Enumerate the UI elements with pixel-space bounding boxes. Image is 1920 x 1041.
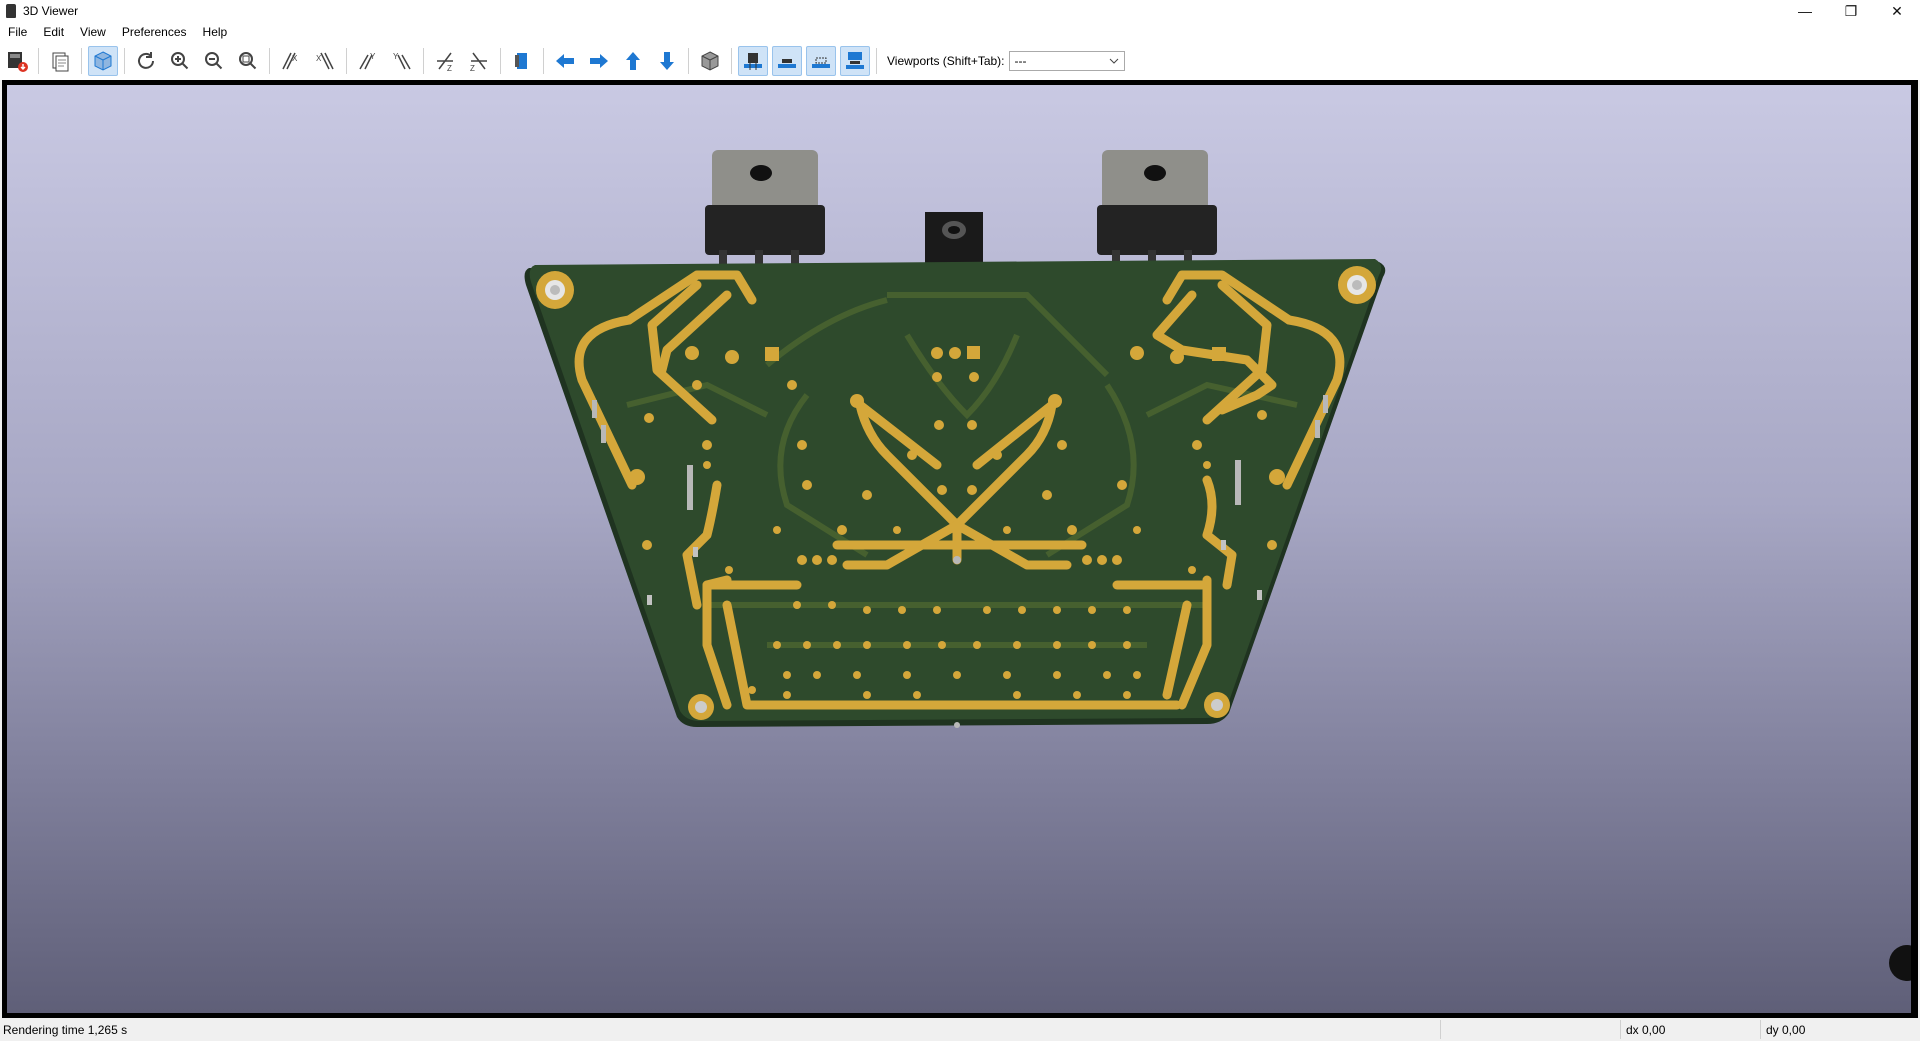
- rotate-z-ccw-button[interactable]: Z: [464, 46, 494, 76]
- svg-text:Z: Z: [447, 64, 452, 73]
- pcb-render: [524, 150, 1386, 728]
- flip-board-icon: [515, 53, 527, 69]
- svg-text:Z: Z: [470, 64, 475, 73]
- viewports-value: ---: [1014, 54, 1027, 68]
- toolbar-separator: [876, 48, 877, 74]
- show-tht-icon: [744, 53, 762, 70]
- toolbar: X X Y Y Z Z Viewports (Shift+Tab): ---: [0, 42, 1920, 80]
- zoom-fit-button[interactable]: [233, 46, 263, 76]
- toolbar-separator: [38, 48, 39, 74]
- show-smd-icon: [778, 59, 796, 68]
- show-tht-button[interactable]: [738, 46, 768, 76]
- pan-down-icon: [660, 52, 674, 70]
- window-controls: — ❐ ✕: [1782, 0, 1920, 22]
- menu-help[interactable]: Help: [195, 22, 236, 42]
- export-image-button[interactable]: [2, 46, 32, 76]
- copy-image-button[interactable]: [45, 46, 75, 76]
- menu-edit[interactable]: Edit: [35, 22, 72, 42]
- minimize-button[interactable]: —: [1782, 0, 1828, 22]
- toolbar-separator: [731, 48, 732, 74]
- transistor-right: [1097, 150, 1217, 276]
- rotate-y-cw-icon: Y: [359, 52, 376, 70]
- toolbar-separator: [81, 48, 82, 74]
- toolbar-separator: [688, 48, 689, 74]
- dx-readout: dx 0,00: [1626, 1022, 1666, 1037]
- render-time-status: Rendering time 1,265 s: [3, 1022, 128, 1037]
- orthographic-icon: [701, 51, 719, 71]
- title-bar: 3D Viewer — ❐ ✕: [0, 0, 1920, 22]
- zoom-in-button[interactable]: [165, 46, 195, 76]
- status-bar: Rendering time 1,265 s dx 0,00 dy 0,00: [0, 1018, 1920, 1041]
- zoom-out-button[interactable]: [199, 46, 229, 76]
- menu-preferences[interactable]: Preferences: [114, 22, 195, 42]
- app-icon: [6, 4, 16, 18]
- rotate-y-ccw-icon: Y: [393, 52, 411, 70]
- reload-icon: [138, 52, 154, 69]
- close-button[interactable]: ✕: [1874, 0, 1920, 22]
- show-not-in-posfile-button[interactable]: [840, 46, 870, 76]
- show-not-in-posfile-icon: [846, 52, 864, 69]
- raytrace-toggle-button[interactable]: [88, 46, 118, 76]
- window-title: 3D Viewer: [23, 4, 79, 18]
- rotate-y-ccw-button[interactable]: Y: [387, 46, 417, 76]
- restore-button[interactable]: ❐: [1828, 0, 1874, 22]
- rotate-x-ccw-icon: X: [316, 52, 334, 70]
- export-image-icon: [8, 52, 28, 72]
- flip-board-button[interactable]: [507, 46, 537, 76]
- pan-left-button[interactable]: [550, 46, 580, 76]
- zoom-fit-icon: [239, 52, 257, 70]
- chevron-down-icon: [1109, 58, 1118, 64]
- raytrace-view-icon: [94, 51, 112, 71]
- pan-up-icon: [626, 52, 640, 70]
- 3d-canvas[interactable]: [7, 85, 1911, 1013]
- rotate-x-cw-icon: X: [282, 52, 298, 70]
- toolbar-separator: [543, 48, 544, 74]
- pan-right-button[interactable]: [584, 46, 614, 76]
- toolbar-separator: [346, 48, 347, 74]
- zoom-out-icon: [205, 52, 223, 70]
- show-smd-button[interactable]: [772, 46, 802, 76]
- svg-text:Y: Y: [393, 52, 399, 61]
- rotate-y-cw-button[interactable]: Y: [353, 46, 383, 76]
- rotate-z-ccw-icon: Z: [470, 52, 487, 73]
- viewports-label: Viewports (Shift+Tab):: [887, 54, 1005, 68]
- menu-view[interactable]: View: [72, 22, 114, 42]
- orthographic-button[interactable]: [695, 46, 725, 76]
- show-virtual-button[interactable]: [806, 46, 836, 76]
- pan-down-button[interactable]: [652, 46, 682, 76]
- rotate-x-ccw-button[interactable]: X: [310, 46, 340, 76]
- pan-left-icon: [556, 54, 574, 68]
- status-divider: [1440, 1020, 1441, 1039]
- toolbar-separator: [124, 48, 125, 74]
- svg-text:Y: Y: [370, 52, 376, 61]
- rotate-x-cw-button[interactable]: X: [276, 46, 306, 76]
- toolbar-separator: [269, 48, 270, 74]
- svg-text:X: X: [316, 54, 322, 63]
- status-divider: [1760, 1020, 1761, 1039]
- toolbar-separator: [423, 48, 424, 74]
- rotate-z-cw-button[interactable]: Z: [430, 46, 460, 76]
- toolbar-separator: [500, 48, 501, 74]
- pan-right-icon: [590, 54, 608, 68]
- pan-up-button[interactable]: [618, 46, 648, 76]
- copy-image-icon: [52, 52, 69, 72]
- menu-bar: File Edit View Preferences Help: [0, 22, 1920, 42]
- status-divider: [1620, 1020, 1621, 1039]
- menu-file[interactable]: File: [0, 22, 35, 42]
- zoom-in-icon: [171, 52, 189, 70]
- dy-readout: dy 0,00: [1766, 1022, 1806, 1037]
- reload-button[interactable]: [131, 46, 161, 76]
- show-virtual-icon: [812, 57, 830, 68]
- transistor-left: [705, 150, 825, 276]
- rotate-z-cw-icon: Z: [437, 52, 453, 73]
- viewports-dropdown[interactable]: ---: [1008, 51, 1125, 71]
- svg-text:X: X: [292, 54, 298, 63]
